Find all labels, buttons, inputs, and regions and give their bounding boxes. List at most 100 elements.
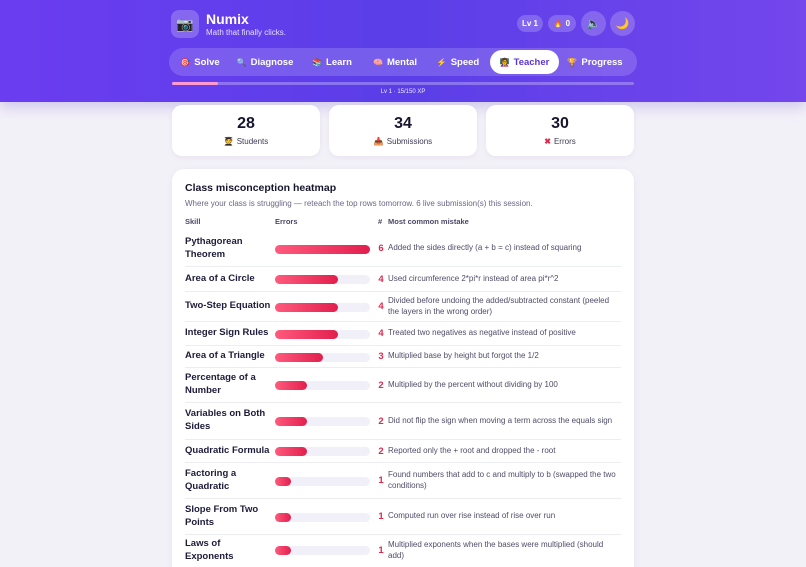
heatmap-row: Area of a Circle 4 Used circumference 2*pi… — [185, 267, 621, 292]
error-bar-track — [275, 244, 370, 254]
skill-name: Quadratic Formula — [185, 444, 270, 456]
skill-name: Two-Step Equation — [185, 300, 271, 312]
error-bar-track — [275, 447, 370, 456]
app-tagline: Math that finally clicks. — [206, 28, 287, 37]
error-count: 3 — [378, 351, 384, 362]
stat-label: Submissions — [386, 137, 433, 146]
tab-speed[interactable]: ⚡ Speed — [433, 50, 483, 74]
xp-progress-bar — [172, 82, 634, 85]
skill-name: Laws of Exponents — [185, 537, 234, 562]
theme-toggle-button[interactable]: 🌙 — [610, 11, 635, 36]
error-bar-fill — [275, 512, 291, 522]
tab-learn[interactable]: 📚 Learn — [307, 50, 357, 74]
tab-progress[interactable]: 🏆 Progress — [562, 50, 628, 74]
student-icon: 🧑‍🎓 — [223, 137, 234, 146]
error-count: 1 — [378, 544, 384, 556]
common-mistake: Reported only the + root and dropped the… — [388, 445, 556, 455]
stat-label-row: 📥 Submissions — [329, 137, 477, 146]
heatmap-row: Area of a Triangle 3 Multiplied base by he… — [185, 346, 621, 368]
error-bar-fill — [275, 381, 307, 390]
heatmap-row: Percentage of a Number 2 Multiplied by the… — [185, 368, 621, 403]
misconception-heatmap-panel: Class misconception heatmap Where your c… — [172, 169, 634, 567]
app-header: 📷 Numix Math that finally clicks. Lv 1 🔥… — [0, 0, 806, 102]
error-count: 4 — [378, 301, 384, 312]
stat-card-submissions: 34 📥 Submissions — [329, 105, 477, 156]
stat-value: 34 — [394, 115, 412, 132]
xp-label: Lv 1 · 15/150 XP — [380, 89, 426, 95]
error-count: 4 — [378, 328, 384, 339]
stat-value: 30 — [551, 115, 569, 132]
magnifier-icon: 🔍 — [236, 57, 247, 67]
error-bar-fill — [275, 302, 339, 312]
common-mistake: Multiplied by the percent without dividi… — [388, 379, 558, 389]
skill-name: Integer Sign Rules — [185, 327, 269, 339]
tab-diagnose[interactable]: 🔍 Diagnose — [232, 50, 298, 74]
error-bar-fill — [275, 244, 370, 254]
stat-label: Errors — [553, 137, 576, 146]
common-mistake: Computed run over rise instead of rise o… — [388, 511, 556, 521]
heatmap-row: Quadratic Formula 2 Reported only the + ro… — [185, 440, 621, 463]
error-bar-fill — [275, 546, 291, 555]
error-count: 1 — [378, 511, 384, 522]
tab-label: Speed — [450, 56, 480, 68]
error-bar-track — [275, 329, 370, 339]
tab-label: Solve — [194, 56, 220, 68]
error-bar-track — [275, 476, 370, 486]
stat-label: Students — [236, 137, 269, 146]
tab-label: Progress — [581, 56, 623, 68]
skill-name: Variables on Both Sides — [185, 408, 266, 432]
streak-badge: 🔥 0 — [548, 15, 576, 32]
error-count: 1 — [378, 475, 384, 486]
common-mistake: Treated two negatives as negative instea… — [388, 328, 576, 338]
teacher-icon: 👩‍🏫 — [499, 57, 510, 67]
heatmap-row: Integer Sign Rules 4 Treated two negatives… — [185, 322, 621, 346]
stat-card-students: 28 🧑‍🎓 Students — [172, 105, 320, 156]
app-title: Numix — [206, 11, 249, 27]
common-mistake: Did not flip the sign when moving a term… — [388, 415, 613, 425]
flame-icon: 🔥 — [553, 20, 563, 28]
panel-title: Class misconception heatmap — [185, 182, 337, 194]
target-icon: 🎯 — [180, 57, 191, 67]
error-count: 2 — [378, 415, 384, 427]
column-header-errors: Errors — [275, 217, 298, 226]
error-bar-fill — [275, 417, 307, 426]
skill-name: Area of a Triangle — [185, 350, 265, 362]
cross-icon: ✖ — [544, 137, 551, 146]
common-mistake: Added the sides directly (a + b = c) ins… — [388, 243, 582, 253]
skill-name: Factoring a Quadratic — [185, 467, 237, 492]
inbox-icon: 📥 — [373, 137, 384, 146]
skill-name: Slope From Two Points — [185, 503, 259, 528]
heatmap-row: Variables on Both Sides 2 Did not flip the… — [185, 403, 621, 440]
stat-label-row: ✖ Errors — [486, 137, 634, 146]
error-bar-fill — [275, 275, 339, 284]
error-count: 4 — [378, 273, 384, 285]
tab-solve[interactable]: 🎯 Solve — [175, 50, 225, 74]
stat-value: 28 — [237, 115, 255, 132]
moon-icon: 🌙 — [615, 18, 630, 30]
error-count: 2 — [378, 379, 384, 391]
error-bar-track — [275, 302, 370, 312]
error-bar-track — [275, 546, 370, 555]
heatmap-row: Laws of Exponents 1 Multiplied exponents w… — [185, 535, 621, 566]
main-nav: 🎯 Solve 🔍 Diagnose 📚 Learn 🧠 Mental ⚡ Sp… — [169, 48, 637, 76]
xp-progress-fill — [172, 82, 219, 85]
skill-name: Area of a Circle — [185, 272, 255, 284]
skill-name: Pythagorean Theorem — [185, 235, 243, 260]
common-mistake: Found numbers that add to c and multiply… — [388, 469, 616, 490]
trophy-icon: 🏆 — [567, 57, 578, 67]
streak-count: 0 — [565, 19, 571, 28]
level-badge: Lv 1 — [517, 15, 543, 32]
error-bar-fill — [275, 352, 323, 362]
error-count: 2 — [378, 445, 384, 457]
stat-label-row: 🧑‍🎓 Students — [172, 137, 320, 146]
sound-toggle-button[interactable]: 🔈 — [581, 11, 606, 36]
camera-icon: 📷 — [171, 10, 199, 38]
error-bar-fill — [275, 447, 307, 456]
skill-name: Percentage of a Number — [185, 372, 256, 396]
stat-card-errors: 30 ✖ Errors — [486, 105, 634, 156]
heatmap-row: Pythagorean Theorem 6 Added the sides dire… — [185, 231, 621, 267]
tab-teacher[interactable]: 👩‍🏫 Teacher — [490, 50, 559, 74]
common-mistake: Multiplied base by height but forgot the… — [388, 351, 539, 361]
tab-mental[interactable]: 🧠 Mental — [366, 50, 424, 74]
common-mistake: Multiplied exponents when the bases were… — [388, 539, 604, 560]
